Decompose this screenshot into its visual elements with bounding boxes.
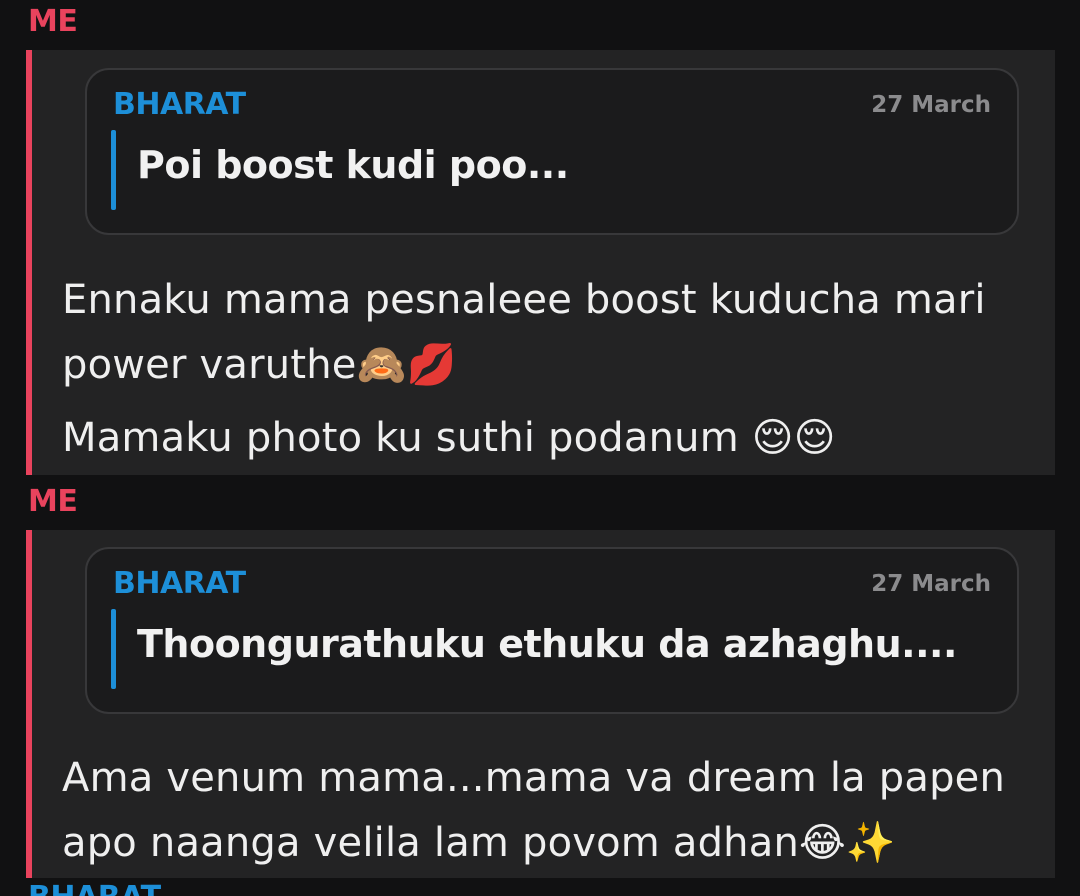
quoted-text: Poi boost kudi poo... <box>137 143 569 187</box>
sender-label: ME <box>28 484 78 519</box>
sender-label: BHARAT <box>28 880 161 896</box>
quoted-message[interactable]: BHARAT 27 March Thoongurathuku ethuku da… <box>85 547 1019 714</box>
message-text-line: Ama venum mama...mama va dream la papen <box>62 755 1006 801</box>
quoted-text: Thoongurathuku ethuku da azhaghu.... <box>137 622 957 666</box>
message-text-line: Mamaku photo ku suthi podanum 😌😌 <box>62 415 836 461</box>
quoted-sender: BHARAT <box>113 87 246 122</box>
quoted-date: 27 March <box>871 571 991 597</box>
quoted-message[interactable]: BHARAT 27 March Poi boost kudi poo... <box>85 68 1019 235</box>
message-text-line: Ennaku mama pesnaleee boost kuducha mari <box>62 277 986 323</box>
quote-bar <box>111 130 116 210</box>
message-text-line: power varuthe🙈💋 <box>62 342 457 388</box>
message-block[interactable]: BHARAT 27 March Poi boost kudi poo... En… <box>26 50 1055 475</box>
quoted-sender: BHARAT <box>113 566 246 601</box>
message-text-line: apo naanga velila lam povom adhan😂✨ <box>62 820 896 866</box>
chat-view[interactable]: ME BHARAT 27 March Poi boost kudi poo...… <box>0 0 1080 896</box>
quote-bar <box>111 609 116 689</box>
sender-label: ME <box>28 4 78 39</box>
message-block[interactable]: BHARAT 27 March Thoongurathuku ethuku da… <box>26 530 1055 878</box>
quoted-date: 27 March <box>871 92 991 118</box>
